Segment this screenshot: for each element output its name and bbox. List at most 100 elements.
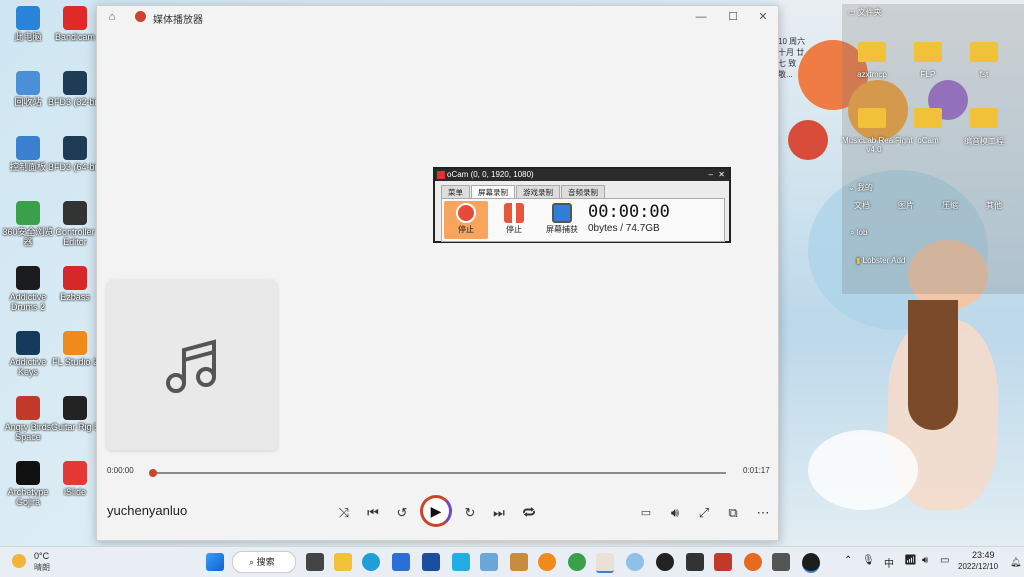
desktop-shortcut[interactable]: iSlide	[47, 461, 103, 497]
angry-birds-icon	[16, 396, 40, 420]
notification-icon[interactable]: 🔔︎	[1010, 557, 1021, 568]
search-label: 搜索	[256, 557, 275, 567]
desktop-shortcut[interactable]: Guitar Rig 5	[47, 396, 103, 432]
seek-track[interactable]	[153, 472, 726, 474]
forward-30-icon[interactable]: ↻	[459, 503, 481, 523]
media-player-window: ⌂ 媒体播放器 — ☐ ✕ 0:00:00 0:01:17 yuchenyanl…	[96, 5, 779, 541]
pause-icon	[504, 203, 524, 223]
seek-thumb[interactable]	[149, 469, 157, 477]
minimize-button[interactable]: —	[692, 9, 710, 25]
tab-other[interactable]: 其他	[986, 200, 1002, 211]
record-label: 停止	[458, 225, 474, 234]
folder-icon[interactable]	[858, 42, 886, 62]
ime-indicator[interactable]: 中	[884, 555, 894, 570]
fl-studio-icon	[63, 331, 87, 355]
store-icon[interactable]	[392, 553, 410, 571]
play-button[interactable]: ▶	[420, 495, 452, 527]
volume-icon[interactable]: 🔊︎	[664, 503, 686, 523]
network-app-icon[interactable]	[626, 553, 644, 571]
people-icon[interactable]	[510, 553, 528, 571]
wifi-icon[interactable]: 📶︎	[904, 555, 917, 566]
photos-icon[interactable]	[480, 553, 498, 571]
desktop-shortcut[interactable]: BFD3 (32-bit)	[47, 71, 103, 107]
section2-title: 我的	[856, 183, 873, 192]
search-bar[interactable]: ⌕ 搜索	[232, 551, 296, 573]
desktop-shortcut[interactable]: Controller Editor	[47, 201, 103, 247]
seek-bar[interactable]: 0:00:00 0:01:17	[97, 466, 778, 480]
ezbass-icon	[63, 266, 87, 290]
search-input[interactable]: lob	[857, 228, 868, 237]
shuffle-icon[interactable]: ⤨	[333, 503, 355, 523]
search-box[interactable]: ⌕ lob	[850, 228, 1018, 242]
more-options-icon[interactable]: ⋯	[752, 503, 774, 523]
media-player-taskbar-icon[interactable]	[802, 553, 820, 573]
lenovo-icon[interactable]	[422, 553, 440, 571]
desktop-shortcut[interactable]: BFD3 (64-bit)	[47, 136, 103, 172]
repeat-off-icon[interactable]: 🔁︎	[518, 503, 540, 523]
weather-desc: 晴朗	[34, 563, 50, 572]
ocam-close-button[interactable]: ✕	[718, 169, 725, 181]
desktop-shortcut-label: Controller Editor	[55, 227, 95, 247]
app-black-icon[interactable]	[656, 553, 674, 571]
microphone-icon[interactable]: 🎙︎	[862, 555, 875, 566]
tab-images[interactable]: 图片	[898, 200, 914, 211]
edge-icon[interactable]	[362, 553, 380, 571]
result-label: Lobster Add	[862, 256, 906, 265]
folder-icon[interactable]	[970, 42, 998, 62]
battery-icon[interactable]: ▭	[940, 555, 949, 566]
fullscreen-icon[interactable]: ⤢	[693, 503, 715, 523]
search-icon: ⌕	[850, 228, 855, 237]
fl-studio-taskbar-icon[interactable]	[538, 553, 556, 571]
next-icon[interactable]: ⏭	[488, 503, 510, 523]
bfd3-32-icon	[63, 71, 87, 95]
firefox-icon[interactable]	[744, 553, 762, 571]
360-taskbar-icon[interactable]	[568, 553, 586, 571]
chevron-up-icon[interactable]: ⌃	[844, 555, 852, 566]
desktop-shortcut[interactable]: Bandicam	[47, 6, 103, 42]
start-icon[interactable]	[206, 553, 224, 571]
mini-player-icon[interactable]: ⧉	[722, 503, 744, 523]
pause-button[interactable]: 停止	[492, 201, 536, 239]
section2-header: ⌄ 我的	[848, 182, 873, 193]
wallpaper-art: 10 周六 十月 廿七 致敬... ▭ 文件夹 azxtmcp FLP fst …	[778, 0, 1024, 546]
search-result[interactable]: ▮ Lobster Add	[856, 256, 905, 265]
maximize-button[interactable]: ☐	[724, 9, 742, 25]
speaker-icon[interactable]: 🔊︎	[922, 555, 928, 566]
cubase-icon[interactable]	[772, 553, 790, 571]
this-pc-icon	[16, 6, 40, 30]
ocam-minimize-button[interactable]: –	[709, 169, 713, 181]
folder-icon[interactable]	[914, 108, 942, 128]
rewind-10-icon[interactable]: ↺	[391, 503, 413, 523]
ocam-taskbar-icon[interactable]	[596, 553, 614, 573]
task-view-icon[interactable]	[306, 553, 324, 571]
screen-capture-button[interactable]: 屏幕捕获	[540, 201, 584, 239]
addictive-drums-icon	[16, 266, 40, 290]
desktop-shortcut[interactable]: Ezbass	[47, 266, 103, 302]
folder-icon[interactable]	[914, 42, 942, 62]
tab-archives[interactable]: 压缩	[942, 200, 958, 211]
folder-icon[interactable]	[970, 108, 998, 128]
bilibili-icon[interactable]	[452, 553, 470, 571]
total-time: 0:01:17	[743, 466, 770, 475]
clock-date[interactable]: 2022/12/10	[958, 562, 998, 571]
captions-icon[interactable]: ▭	[635, 503, 657, 523]
app-logo-icon	[135, 11, 146, 22]
weather-icon[interactable]	[12, 554, 26, 568]
home-icon[interactable]: ⌂	[103, 9, 121, 25]
app-red-icon[interactable]	[714, 553, 732, 571]
control-panel-icon	[16, 136, 40, 160]
folder-icon: ▭	[848, 8, 856, 17]
file-panel: ▭ 文件夹 azxtmcp FLP fst MusicLab.RealFight…	[842, 4, 1024, 294]
previous-icon[interactable]: ⏮	[362, 503, 384, 523]
close-button[interactable]: ✕	[754, 9, 772, 25]
file-explorer-icon[interactable]	[334, 553, 352, 571]
record-stop-button[interactable]: 停止	[444, 201, 488, 239]
chevron-down-icon[interactable]: ⌄	[848, 183, 855, 192]
monitor-icon	[552, 203, 572, 223]
clock-time[interactable]: 23:49	[972, 550, 995, 560]
tab-docs[interactable]: 文档	[854, 200, 870, 211]
folder-icon[interactable]	[858, 108, 886, 128]
davinci-icon[interactable]	[686, 553, 704, 571]
window-title: 媒体播放器	[153, 15, 203, 26]
desktop-shortcut[interactable]: FL Studio 2	[47, 331, 103, 367]
